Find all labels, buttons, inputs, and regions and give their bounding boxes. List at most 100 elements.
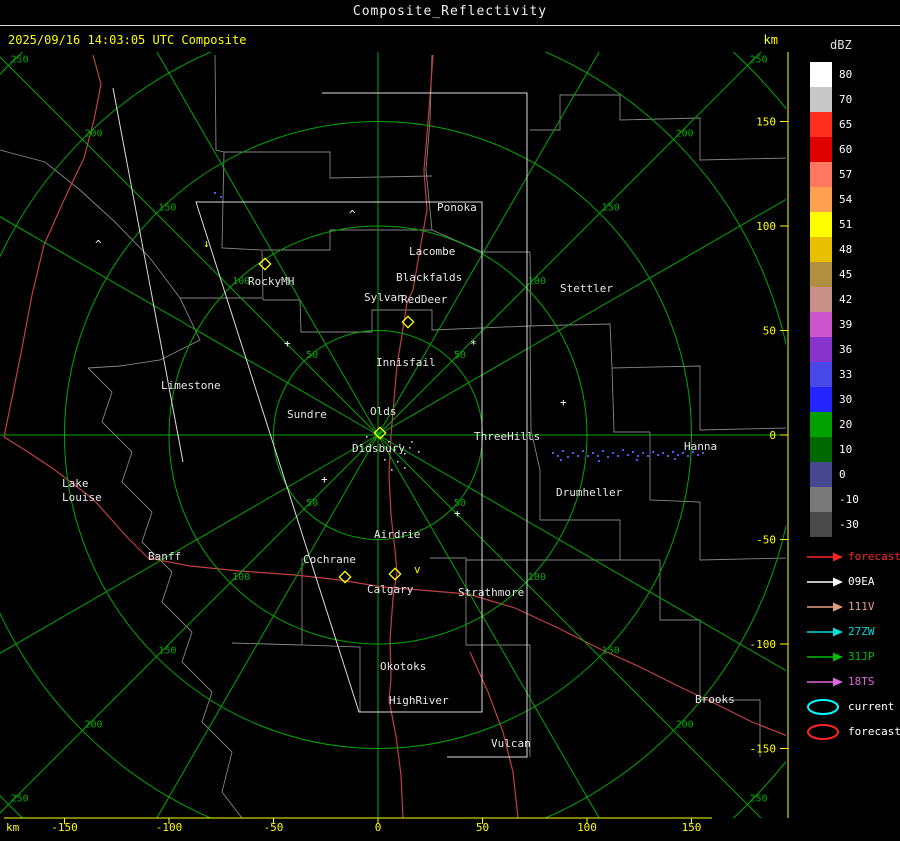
legend-entry: 0	[810, 462, 859, 487]
highway-line	[3, 54, 102, 438]
x-axis-unit: km	[6, 821, 20, 834]
legend-entry: 30	[810, 387, 859, 412]
ring-distance-label: 100	[232, 572, 250, 583]
legend-color-swatch	[810, 187, 832, 212]
ring-distance-label: 200	[84, 720, 102, 731]
county-boundary	[231, 642, 303, 646]
legend-color-swatch	[810, 487, 832, 512]
map-symbol: +	[321, 473, 328, 486]
y-axis-label: 50	[763, 325, 776, 338]
city-label: Sundre	[287, 408, 327, 421]
legend-entry: -30	[810, 512, 859, 537]
legend-entry: 33	[810, 362, 859, 387]
county-boundary	[540, 519, 761, 757]
legend-entry: 39	[810, 312, 859, 337]
legend-color-swatch	[810, 162, 832, 187]
y-axis-label: -100	[750, 638, 777, 651]
map-layers: 50 100 150 200 250 50 100 150 200 250 50 100 150 200 2…	[0, 52, 786, 818]
city-label: Strathmore	[458, 586, 524, 599]
legend-color-swatch	[810, 462, 832, 487]
city-label: Banff	[148, 550, 181, 563]
echo-dot	[627, 454, 629, 456]
echo-dot	[687, 455, 689, 457]
scan-line	[112, 87, 184, 463]
highway-line	[469, 651, 519, 818]
echo-dot	[607, 456, 609, 458]
legend-arrow-icon	[807, 677, 843, 686]
y-axis-label: -50	[756, 534, 776, 547]
echo-dot	[582, 450, 584, 452]
clutter-dot	[391, 469, 393, 471]
legend-entry: 48	[810, 237, 859, 262]
legend-entry: 57	[810, 162, 859, 187]
ring-distance-label: 150	[158, 646, 176, 657]
legend-color-swatch	[810, 112, 832, 137]
radar-site-marker	[258, 257, 272, 271]
ring-distance-label: 200	[84, 128, 102, 139]
legend-symbol-label: current	[848, 700, 895, 713]
city-label: Ponoka	[437, 201, 477, 214]
city-label: Limestone	[161, 379, 221, 392]
echo-dot	[652, 451, 654, 453]
city-label: RockyMH	[248, 275, 294, 288]
radar-map[interactable]: 50 100 150 200 250 50 100 150 200 250 50 100 150 200 2…	[0, 52, 798, 841]
legend-symbol-row: 09EA	[806, 569, 900, 594]
echo-dot	[592, 452, 594, 454]
clutter-dot	[418, 451, 420, 453]
radial-spoke	[0, 434, 379, 814]
echo-dot	[577, 455, 579, 457]
county-boundary	[529, 251, 532, 327]
legend-arrow-icon	[807, 552, 843, 561]
legend-symbol-label: forecast	[848, 725, 900, 738]
legend-symbol-label: 27ZW	[848, 625, 875, 638]
legend-entry: 65	[810, 112, 859, 137]
legend-color-swatch	[810, 87, 832, 112]
ring-distance-label: 50	[306, 498, 318, 509]
echo-dot	[677, 454, 679, 456]
ring-distance-label: 150	[158, 202, 176, 213]
city-label: Vulcan	[491, 737, 531, 750]
ring-distance-label: 250	[749, 793, 767, 804]
ring-distance-label: 250	[749, 55, 767, 66]
legend-arrow-icon	[807, 577, 843, 586]
city-label: Blackfalds	[396, 271, 462, 284]
legend-value: -30	[839, 518, 859, 531]
city-label: HighRiver	[389, 694, 449, 707]
echo-dot	[672, 451, 674, 453]
legend-color-swatch	[810, 362, 832, 387]
radar-application-window: Composite_Reflectivity 2025/09/16 14:03:…	[0, 0, 900, 841]
echo-dot	[632, 451, 634, 453]
radar-site-marker	[388, 567, 402, 581]
county-boundary	[611, 367, 650, 433]
echo-dot	[674, 458, 676, 460]
y-axis-label: -150	[750, 743, 777, 756]
echo-dot	[598, 460, 600, 462]
city-label: Stettler	[560, 282, 613, 295]
map-symbol: *	[470, 338, 477, 351]
legend-value: 48	[839, 243, 853, 256]
legend-arrow-icon	[807, 652, 843, 661]
coverage-outline	[322, 92, 528, 758]
city-label: Brooks	[695, 693, 735, 706]
clutter-dot	[397, 461, 399, 463]
ring-distance-label: 100	[528, 276, 546, 287]
legend-entry: 45	[810, 262, 859, 287]
legend-arrow-icon	[807, 627, 843, 636]
echo-dot	[572, 452, 574, 454]
city-label: Didsbury	[352, 442, 405, 455]
legend-value: 0	[839, 468, 846, 481]
x-axis-label: -100	[156, 821, 183, 834]
echo-dot	[662, 452, 664, 454]
legend-value: 33	[839, 368, 853, 381]
x-axis-label: 150	[682, 821, 702, 834]
echo-dot	[617, 455, 619, 457]
legend-color-swatch	[810, 237, 832, 262]
legend-entry: 20	[810, 412, 859, 437]
ring-distance-label: 50	[306, 350, 318, 361]
city-label: Drumheller	[556, 486, 623, 499]
clutter-dot	[411, 441, 413, 443]
legend-color-swatch	[810, 512, 832, 537]
highway-line	[147, 557, 786, 737]
city-label: Lacombe	[409, 245, 455, 258]
y-axis-label: 100	[756, 220, 776, 233]
